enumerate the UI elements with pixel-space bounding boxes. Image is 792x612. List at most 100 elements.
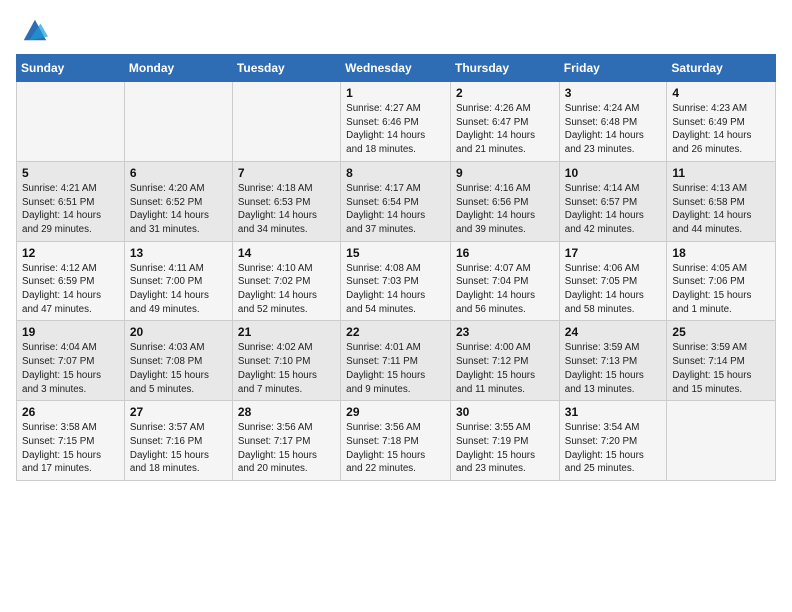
day-info: Sunrise: 4:10 AM Sunset: 7:02 PM Dayligh… [238,262,335,317]
day-info: Sunrise: 4:24 AM Sunset: 6:48 PM Dayligh… [565,102,662,157]
week-row: 5 Sunrise: 4:21 AM Sunset: 6:51 PM Daylig… [17,161,776,241]
calendar-cell: 7 Sunrise: 4:18 AM Sunset: 6:53 PM Daylig… [232,161,340,241]
header-day: Saturday [667,55,776,82]
day-info: Sunrise: 4:26 AM Sunset: 6:47 PM Dayligh… [456,102,554,157]
header-day: Friday [559,55,667,82]
calendar-cell [232,82,340,162]
day-number: 16 [456,246,554,260]
calendar-cell: 19Sunrise: 4:04 AM Sunset: 7:07 PM Dayli… [17,321,125,401]
day-number: 8 [346,166,445,180]
day-number: 21 [238,325,335,339]
header-day: Monday [124,55,232,82]
day-number: 1 [346,86,445,100]
day-info: Sunrise: 4:17 AM Sunset: 6:54 PM Dayligh… [346,182,445,237]
day-number: 23 [456,325,554,339]
day-number: 11 [672,166,770,180]
day-number: 31 [565,405,662,419]
calendar-cell: 23 Sunrise: 4:00 AM Sunset: 7:12 PM Dayli… [451,321,560,401]
calendar-header: SundayMondayTuesdayWednesdayThursdayFrid… [17,55,776,82]
week-row: 12Sunrise: 4:12 AM Sunset: 6:59 PM Dayli… [17,241,776,321]
day-info: Sunrise: 4:08 AM Sunset: 7:03 PM Dayligh… [346,262,445,317]
calendar-body: 1 Sunrise: 4:27 AM Sunset: 6:46 PM Daylig… [17,82,776,481]
calendar-cell: 31 Sunrise: 3:54 AM Sunset: 7:20 PM Dayli… [559,401,667,481]
calendar-cell: 24 Sunrise: 3:59 AM Sunset: 7:13 PM Dayli… [559,321,667,401]
header-row: SundayMondayTuesdayWednesdayThursdayFrid… [17,55,776,82]
day-number: 30 [456,405,554,419]
day-info: Sunrise: 3:57 AM Sunset: 7:16 PM Dayligh… [130,421,227,476]
day-info: Sunrise: 4:20 AM Sunset: 6:52 PM Dayligh… [130,182,227,237]
calendar-cell: 29 Sunrise: 3:56 AM Sunset: 7:18 PM Dayli… [341,401,451,481]
day-number: 10 [565,166,662,180]
calendar-cell: 11Sunrise: 4:13 AM Sunset: 6:58 PM Dayli… [667,161,776,241]
day-info: Sunrise: 4:11 AM Sunset: 7:00 PM Dayligh… [130,262,227,317]
calendar-cell: 28 Sunrise: 3:56 AM Sunset: 7:17 PM Dayli… [232,401,340,481]
calendar-cell: 8 Sunrise: 4:17 AM Sunset: 6:54 PM Daylig… [341,161,451,241]
calendar-cell [124,82,232,162]
calendar-cell: 12Sunrise: 4:12 AM Sunset: 6:59 PM Dayli… [17,241,125,321]
day-info: Sunrise: 4:16 AM Sunset: 6:56 PM Dayligh… [456,182,554,237]
day-info: Sunrise: 4:23 AM Sunset: 6:49 PM Dayligh… [672,102,770,157]
calendar-cell: 4 Sunrise: 4:23 AM Sunset: 6:49 PM Daylig… [667,82,776,162]
day-info: Sunrise: 4:18 AM Sunset: 6:53 PM Dayligh… [238,182,335,237]
day-number: 4 [672,86,770,100]
day-info: Sunrise: 4:03 AM Sunset: 7:08 PM Dayligh… [130,341,227,396]
calendar-cell: 20 Sunrise: 4:03 AM Sunset: 7:08 PM Dayli… [124,321,232,401]
day-number: 2 [456,86,554,100]
calendar-cell: 14Sunrise: 4:10 AM Sunset: 7:02 PM Dayli… [232,241,340,321]
calendar-cell: 22Sunrise: 4:01 AM Sunset: 7:11 PM Dayli… [341,321,451,401]
day-number: 18 [672,246,770,260]
week-row: 1 Sunrise: 4:27 AM Sunset: 6:46 PM Daylig… [17,82,776,162]
calendar-cell: 6 Sunrise: 4:20 AM Sunset: 6:52 PM Daylig… [124,161,232,241]
day-number: 3 [565,86,662,100]
page-header [16,16,776,44]
day-number: 25 [672,325,770,339]
day-info: Sunrise: 3:54 AM Sunset: 7:20 PM Dayligh… [565,421,662,476]
day-number: 20 [130,325,227,339]
day-info: Sunrise: 4:04 AM Sunset: 7:07 PM Dayligh… [22,341,119,396]
day-info: Sunrise: 4:14 AM Sunset: 6:57 PM Dayligh… [565,182,662,237]
day-number: 9 [456,166,554,180]
week-row: 19Sunrise: 4:04 AM Sunset: 7:07 PM Dayli… [17,321,776,401]
day-info: Sunrise: 4:07 AM Sunset: 7:04 PM Dayligh… [456,262,554,317]
calendar-cell: 13 Sunrise: 4:11 AM Sunset: 7:00 PM Dayli… [124,241,232,321]
calendar-cell: 30Sunrise: 3:55 AM Sunset: 7:19 PM Dayli… [451,401,560,481]
day-info: Sunrise: 3:59 AM Sunset: 7:13 PM Dayligh… [565,341,662,396]
day-info: Sunrise: 3:56 AM Sunset: 7:18 PM Dayligh… [346,421,445,476]
header-day: Thursday [451,55,560,82]
calendar-cell: 26 Sunrise: 3:58 AM Sunset: 7:15 PM Dayli… [17,401,125,481]
day-number: 7 [238,166,335,180]
day-number: 17 [565,246,662,260]
day-number: 6 [130,166,227,180]
day-info: Sunrise: 3:59 AM Sunset: 7:14 PM Dayligh… [672,341,770,396]
calendar-cell: 25 Sunrise: 3:59 AM Sunset: 7:14 PM Dayli… [667,321,776,401]
header-day: Sunday [17,55,125,82]
day-info: Sunrise: 4:05 AM Sunset: 7:06 PM Dayligh… [672,262,770,317]
day-number: 12 [22,246,119,260]
day-number: 13 [130,246,227,260]
calendar-cell: 16 Sunrise: 4:07 AM Sunset: 7:04 PM Dayli… [451,241,560,321]
day-number: 15 [346,246,445,260]
header-day: Tuesday [232,55,340,82]
calendar-cell: 5 Sunrise: 4:21 AM Sunset: 6:51 PM Daylig… [17,161,125,241]
day-number: 29 [346,405,445,419]
week-row: 26 Sunrise: 3:58 AM Sunset: 7:15 PM Dayli… [17,401,776,481]
day-info: Sunrise: 4:27 AM Sunset: 6:46 PM Dayligh… [346,102,445,157]
calendar-cell [667,401,776,481]
day-number: 24 [565,325,662,339]
calendar-cell: 17Sunrise: 4:06 AM Sunset: 7:05 PM Dayli… [559,241,667,321]
calendar-cell: 10 Sunrise: 4:14 AM Sunset: 6:57 PM Dayli… [559,161,667,241]
day-number: 26 [22,405,119,419]
calendar-table: SundayMondayTuesdayWednesdayThursdayFrid… [16,54,776,481]
calendar-cell: 9 Sunrise: 4:16 AM Sunset: 6:56 PM Daylig… [451,161,560,241]
day-number: 5 [22,166,119,180]
header-day: Wednesday [341,55,451,82]
day-info: Sunrise: 4:01 AM Sunset: 7:11 PM Dayligh… [346,341,445,396]
day-info: Sunrise: 4:00 AM Sunset: 7:12 PM Dayligh… [456,341,554,396]
day-info: Sunrise: 3:58 AM Sunset: 7:15 PM Dayligh… [22,421,119,476]
day-number: 28 [238,405,335,419]
day-number: 27 [130,405,227,419]
calendar-cell [17,82,125,162]
calendar-cell: 21Sunrise: 4:02 AM Sunset: 7:10 PM Dayli… [232,321,340,401]
day-info: Sunrise: 3:56 AM Sunset: 7:17 PM Dayligh… [238,421,335,476]
day-info: Sunrise: 4:21 AM Sunset: 6:51 PM Dayligh… [22,182,119,237]
